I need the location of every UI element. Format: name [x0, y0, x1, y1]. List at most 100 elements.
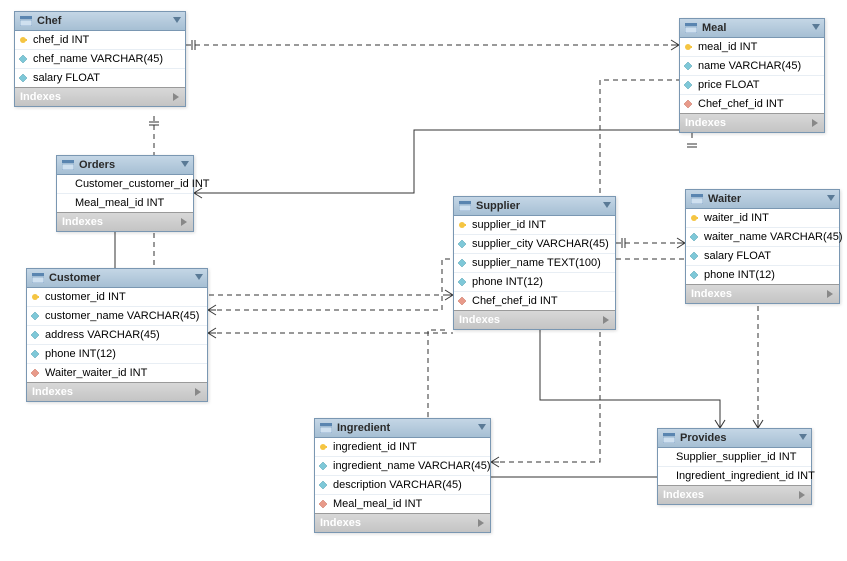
- column-text: waiter_id INT: [704, 212, 769, 224]
- column-row[interactable]: description VARCHAR(45): [315, 476, 490, 495]
- chevron-down-icon: [603, 202, 611, 208]
- blank-icon: [661, 471, 671, 481]
- column-row[interactable]: Supplier_supplier_id INT: [658, 448, 811, 467]
- table-header[interactable]: Ingredient: [315, 419, 490, 438]
- column-text: phone INT(12): [45, 348, 116, 360]
- table-ingredient[interactable]: Ingredient ingredient_id INT ingredient_n…: [314, 418, 491, 533]
- column-text: Meal_meal_id INT: [333, 498, 422, 510]
- diamond-icon: [683, 61, 693, 71]
- column-row[interactable]: price FLOAT: [680, 76, 824, 95]
- column-row[interactable]: meal_id INT: [680, 38, 824, 57]
- column-row[interactable]: Chef_chef_id INT: [680, 95, 824, 113]
- column-row[interactable]: Chef_chef_id INT: [454, 292, 615, 310]
- table-meal[interactable]: Meal meal_id INTname VARCHAR(45) price FL…: [679, 18, 825, 133]
- column-text: Supplier_supplier_id INT: [676, 451, 796, 463]
- diamond-icon: [689, 270, 699, 280]
- column-text: salary FLOAT: [33, 72, 100, 84]
- chevron-down-icon: [181, 161, 189, 167]
- indexes-section[interactable]: Indexes: [454, 310, 615, 329]
- key-icon: [457, 220, 467, 230]
- column-row[interactable]: supplier_city VARCHAR(45): [454, 235, 615, 254]
- indexes-section[interactable]: Indexes: [680, 113, 824, 132]
- table-header[interactable]: Orders: [57, 156, 193, 175]
- table-icon: [32, 273, 44, 283]
- column-text: Chef_chef_id INT: [472, 295, 558, 307]
- table-supplier[interactable]: Supplier supplier_id INT supplier_city VA…: [453, 196, 616, 330]
- table-provides[interactable]: Provides Supplier_supplier_id INT Ingredi…: [657, 428, 812, 505]
- table-columns: Customer_customer_id INTMeal_meal_id INT: [57, 175, 193, 212]
- column-row[interactable]: Customer_customer_id INT: [57, 175, 193, 194]
- indexes-section[interactable]: Indexes: [15, 87, 185, 106]
- column-row[interactable]: phone INT(12): [686, 266, 839, 284]
- indexes-section[interactable]: Indexes: [658, 485, 811, 504]
- chevron-right-icon: [478, 519, 484, 527]
- chevron-right-icon: [799, 491, 805, 499]
- table-header[interactable]: Meal: [680, 19, 824, 38]
- blank-icon: [60, 198, 70, 208]
- table-header[interactable]: Waiter: [686, 190, 839, 209]
- column-row[interactable]: salary FLOAT: [686, 247, 839, 266]
- column-text: chef_name VARCHAR(45): [33, 53, 163, 65]
- table-header[interactable]: Customer: [27, 269, 207, 288]
- column-row[interactable]: supplier_id INT: [454, 216, 615, 235]
- indexes-label: Indexes: [663, 489, 704, 501]
- column-row[interactable]: address VARCHAR(45): [27, 326, 207, 345]
- table-title: Provides: [680, 432, 726, 444]
- column-row[interactable]: phone INT(12): [454, 273, 615, 292]
- column-text: ingredient_name VARCHAR(45): [333, 460, 491, 472]
- table-icon: [663, 433, 675, 443]
- column-text: chef_id INT: [33, 34, 89, 46]
- diamond-icon: [457, 239, 467, 249]
- column-row[interactable]: chef_name VARCHAR(45): [15, 50, 185, 69]
- column-row[interactable]: Waiter_waiter_id INT: [27, 364, 207, 382]
- column-row[interactable]: phone INT(12): [27, 345, 207, 364]
- column-row[interactable]: Meal_meal_id INT: [315, 495, 490, 513]
- table-icon: [685, 23, 697, 33]
- column-row[interactable]: salary FLOAT: [15, 69, 185, 87]
- diamond-icon: [18, 54, 28, 64]
- column-row[interactable]: customer_name VARCHAR(45): [27, 307, 207, 326]
- diamond-icon: [18, 73, 28, 83]
- table-orders[interactable]: Orders Customer_customer_id INTMeal_meal…: [56, 155, 194, 232]
- table-columns: Supplier_supplier_id INT Ingredient_ingre…: [658, 448, 811, 485]
- table-title: Waiter: [708, 193, 741, 205]
- column-text: Waiter_waiter_id INT: [45, 367, 147, 379]
- column-row[interactable]: Meal_meal_id INT: [57, 194, 193, 212]
- column-row[interactable]: ingredient_name VARCHAR(45): [315, 457, 490, 476]
- table-chef[interactable]: Chef chef_id INT chef_name VARCHAR(45) sal…: [14, 11, 186, 107]
- erd-canvas: Chef chef_id INT chef_name VARCHAR(45) sal…: [0, 0, 847, 561]
- diamond-icon: [457, 277, 467, 287]
- column-row[interactable]: supplier_name TEXT(100): [454, 254, 615, 273]
- diamond-icon: [457, 258, 467, 268]
- column-text: Customer_customer_id INT: [75, 178, 210, 190]
- diamond-fk-icon: [318, 499, 328, 509]
- table-waiter[interactable]: Waiter waiter_id INT waiter_name VARCHAR(…: [685, 189, 840, 304]
- column-text: supplier_city VARCHAR(45): [472, 238, 609, 250]
- column-row[interactable]: ingredient_id INT: [315, 438, 490, 457]
- column-text: salary FLOAT: [704, 250, 771, 262]
- indexes-section[interactable]: Indexes: [57, 212, 193, 231]
- table-icon: [20, 16, 32, 26]
- column-row[interactable]: customer_id INT: [27, 288, 207, 307]
- indexes-label: Indexes: [459, 314, 500, 326]
- table-header[interactable]: Supplier: [454, 197, 615, 216]
- column-row[interactable]: waiter_id INT: [686, 209, 839, 228]
- column-row[interactable]: Ingredient_ingredient_id INT: [658, 467, 811, 485]
- column-text: Chef_chef_id INT: [698, 98, 784, 110]
- table-customer[interactable]: Customer customer_id INTcustomer_name VA…: [26, 268, 208, 402]
- indexes-label: Indexes: [32, 386, 73, 398]
- indexes-section[interactable]: Indexes: [315, 513, 490, 532]
- column-text: price FLOAT: [698, 79, 760, 91]
- column-row[interactable]: chef_id INT: [15, 31, 185, 50]
- column-text: address VARCHAR(45): [45, 329, 160, 341]
- column-row[interactable]: name VARCHAR(45): [680, 57, 824, 76]
- table-header[interactable]: Chef: [15, 12, 185, 31]
- column-row[interactable]: waiter_name VARCHAR(45): [686, 228, 839, 247]
- chevron-right-icon: [181, 218, 187, 226]
- diamond-fk-icon: [683, 99, 693, 109]
- table-header[interactable]: Provides: [658, 429, 811, 448]
- indexes-section[interactable]: Indexes: [686, 284, 839, 303]
- indexes-section[interactable]: Indexes: [27, 382, 207, 401]
- indexes-label: Indexes: [320, 517, 361, 529]
- chevron-right-icon: [827, 290, 833, 298]
